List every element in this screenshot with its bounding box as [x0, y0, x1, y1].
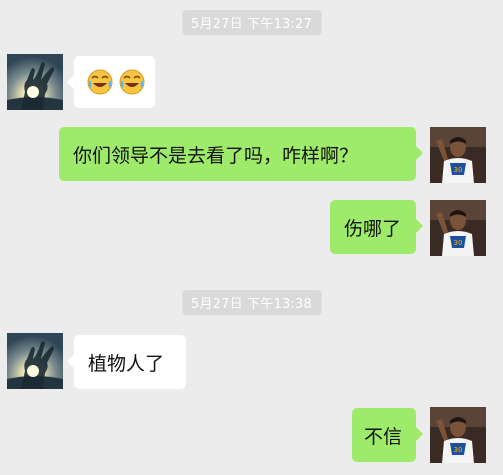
timestamp-1: 5月27日 下午13:27 [181, 10, 322, 35]
message-bubble-sent[interactable]: 伤哪了 [330, 200, 423, 254]
basketball-player-icon: 30 [430, 407, 486, 463]
ok-hand-sunset-icon [7, 54, 63, 110]
svg-text:30: 30 [454, 166, 463, 174]
self-avatar[interactable]: 30 [430, 200, 486, 256]
svg-text:30: 30 [454, 239, 463, 247]
svg-text:30: 30 [454, 446, 463, 454]
self-avatar[interactable]: 30 [430, 127, 486, 183]
timestamp-2: 5月27日 下午13:38 [181, 290, 322, 315]
self-avatar[interactable]: 30 [430, 407, 486, 463]
contact-avatar[interactable] [7, 54, 63, 110]
message-bubble-received[interactable] [67, 56, 155, 108]
message-bubble-sent[interactable]: 你们领导不是去看了吗，咋样啊？ [59, 127, 423, 181]
ok-hand-sunset-icon [7, 333, 63, 389]
basketball-player-icon: 30 [430, 200, 486, 256]
message-bubble-received[interactable]: 植物人了 [67, 335, 186, 389]
laugh-cry-emoji-icon [119, 69, 145, 95]
contact-avatar[interactable] [7, 333, 63, 389]
basketball-player-icon: 30 [430, 127, 486, 183]
laugh-cry-emoji-icon [87, 69, 113, 95]
message-bubble-sent[interactable]: 不信 [352, 408, 423, 462]
